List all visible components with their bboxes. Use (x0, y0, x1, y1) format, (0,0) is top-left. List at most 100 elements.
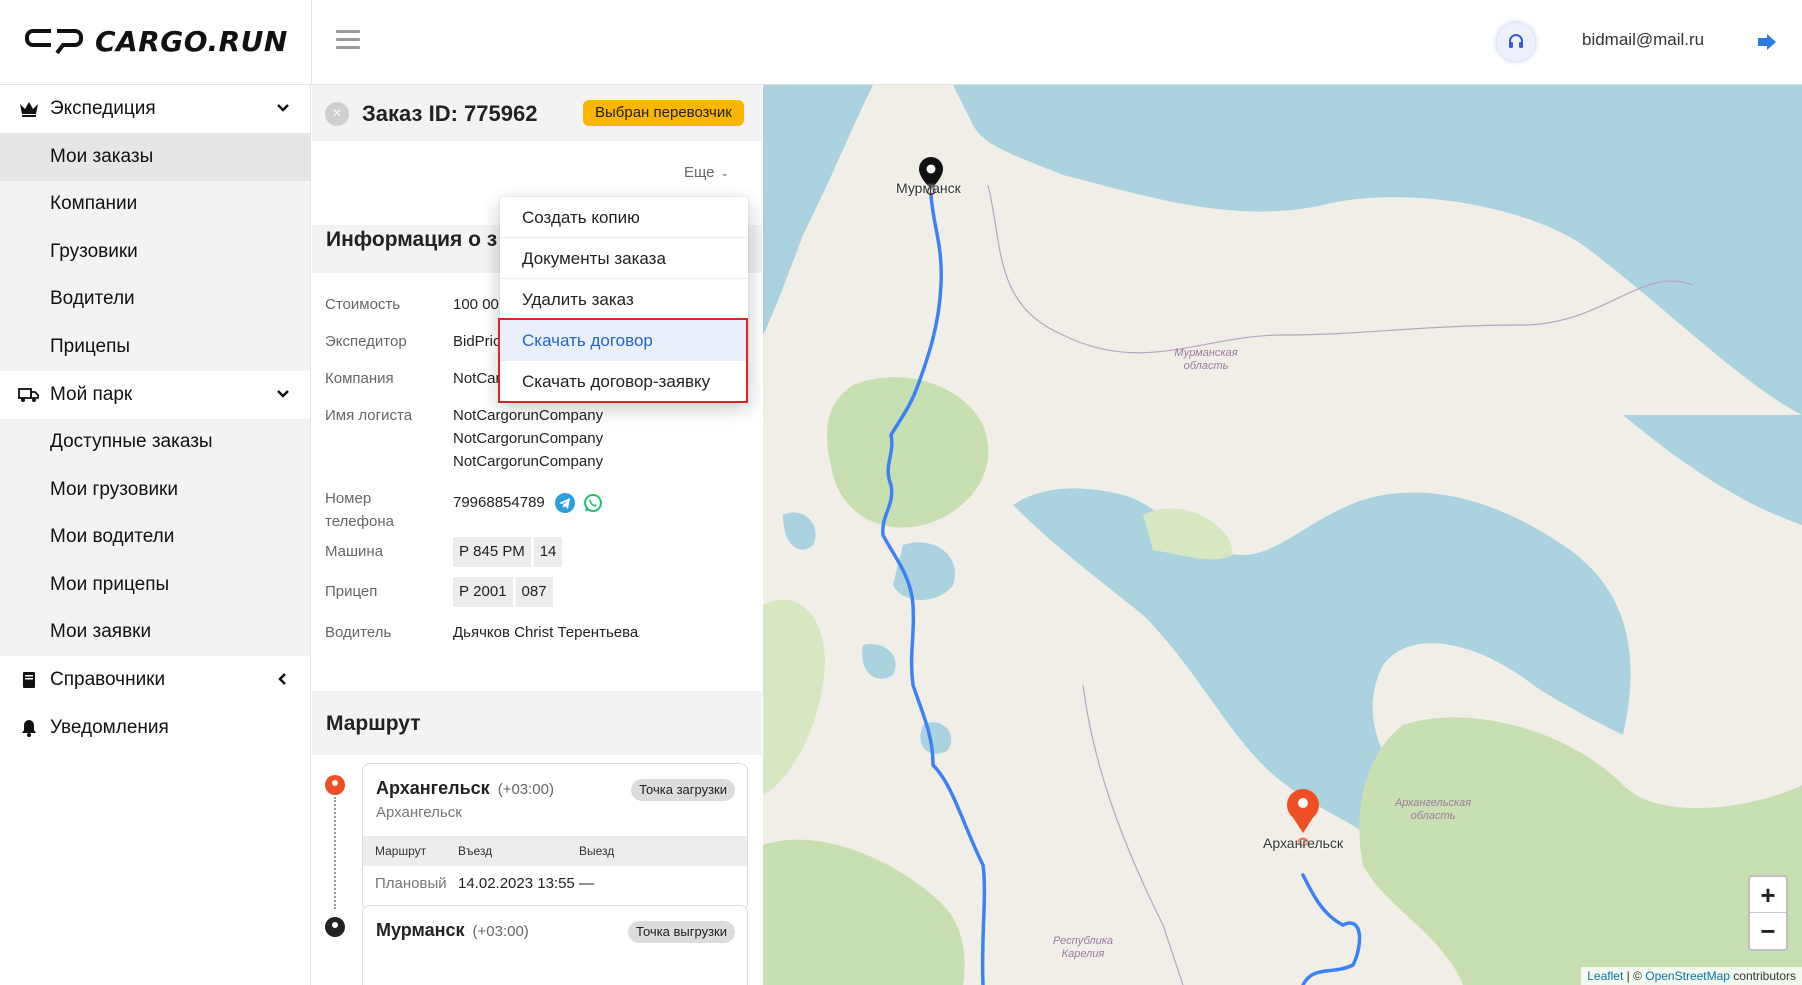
sidebar-item-available-orders[interactable]: Доступные заказы (0, 419, 310, 467)
sidebar-item-trailers[interactable]: Прицепы (0, 323, 310, 371)
menu-item-order-documents[interactable]: Документы заказа (500, 238, 748, 279)
route-point-card[interactable]: Мурманск (+03:00) Точка выгрузки (362, 905, 748, 985)
logo-text: CARGO.RUN (95, 24, 288, 58)
load-point-pin-icon (325, 775, 345, 795)
logist-label: Имя логиста (325, 407, 413, 424)
telegram-icon[interactable] (554, 493, 575, 514)
route-connector (334, 797, 336, 909)
cost-value: 100 00 (453, 296, 499, 313)
route-map[interactable]: Мурманск Архангельск Мурманская область … (763, 85, 1802, 985)
map-label-murmansk: Мурманск (896, 180, 961, 196)
sidebar-item-my-trucks[interactable]: Мои грузовики (0, 466, 310, 514)
order-header: × Заказ ID: 775962 Выбран перевозчик (312, 85, 762, 141)
truck-plate: Р 845 РМ (453, 537, 531, 567)
sidebar-item-my-trailers[interactable]: Мои прицепы (0, 561, 310, 609)
trailer-label: Прицеп (325, 583, 378, 600)
sidebar-group-expedition[interactable]: Экспедиция (0, 85, 310, 133)
close-icon[interactable]: × (325, 102, 349, 126)
top-header: CARGO.RUN bidmail@mail.ru (0, 0, 1802, 85)
trailer-region: 087 (515, 577, 553, 607)
highlight-box (498, 318, 748, 403)
logo[interactable]: CARGO.RUN (25, 24, 288, 58)
sidebar-submenu-expedition: Мои заказы Компании Грузовики Водители П… (0, 133, 310, 371)
route-point-card[interactable]: Архангельск (+03:00) Архангельск Точка за… (362, 763, 748, 911)
chevron-down-icon (277, 104, 289, 112)
table-cell: Плановый (375, 875, 447, 892)
map-attribution: Leaflet | © OpenStreetMap contributors (1581, 967, 1802, 985)
route-point-tz: (+03:00) (497, 781, 554, 798)
map-label-arkhangelsk: Архангельск (1263, 835, 1344, 851)
table-cell: — (579, 875, 594, 892)
info-section-title: Информация о з (326, 228, 498, 251)
zoom-out-button[interactable]: − (1750, 913, 1786, 949)
sidebar-item-trucks[interactable]: Грузовики (0, 228, 310, 276)
phone-label: телефона (325, 513, 394, 530)
company-label: Компания (325, 370, 394, 387)
unload-point-pin-icon (325, 917, 345, 937)
header-divider (311, 0, 312, 85)
table-cell: 14.02.2023 13:55 (458, 875, 575, 892)
column-header: Въезд (458, 844, 493, 858)
driver-label: Водитель (325, 624, 392, 641)
table-row: Плановый 14.02.2023 13:55 — (363, 866, 747, 902)
sidebar-submenu-my-fleet: Доступные заказы Мои грузовики Мои водит… (0, 418, 310, 657)
sidebar-item-my-drivers[interactable]: Мои водители (0, 514, 310, 562)
more-button[interactable]: Еще ⌄ (684, 164, 729, 181)
sidebar-item-my-orders[interactable]: Мои заказы (0, 133, 310, 181)
forwarder-label: Экспедитор (325, 333, 407, 350)
trailer-plate-group: Р 2001 087 (453, 577, 556, 607)
column-header: Маршрут (375, 844, 427, 858)
whatsapp-icon[interactable] (583, 493, 603, 513)
user-email[interactable]: bidmail@mail.ru (1582, 30, 1704, 50)
sidebar-group-label: Справочники (50, 669, 166, 690)
logout-icon[interactable] (1756, 32, 1778, 52)
trailer-plate: Р 2001 (453, 577, 513, 607)
sidebar-group-notifications[interactable]: Уведомления (0, 704, 310, 752)
driver-value[interactable]: Дьячков Christ Терентьева (453, 621, 638, 644)
sidebar-item-drivers[interactable]: Водители (0, 276, 310, 324)
sidebar-group-label: Мой парк (50, 383, 133, 405)
truck-region: 14 (533, 537, 563, 567)
order-title: Заказ ID: 775962 (362, 101, 538, 126)
logist-value: NotCargorunCompany (453, 453, 604, 470)
bell-icon (18, 717, 40, 739)
more-button-label: Еще (684, 164, 715, 181)
sidebar-item-my-requests[interactable]: Мои заявки (0, 609, 310, 657)
attribution-separator: | © (1623, 969, 1646, 983)
truck-icon (18, 384, 40, 406)
menu-item-delete-order[interactable]: Удалить заказ (500, 279, 748, 320)
sidebar-item-companies[interactable]: Компании (0, 181, 310, 229)
zoom-in-button[interactable]: + (1750, 877, 1786, 913)
sidebar-group-label: Уведомления (50, 717, 169, 738)
route-table-header: Маршрут Въезд Выезд (363, 836, 747, 866)
sidebar-group-my-fleet[interactable]: Мой парк (0, 371, 310, 419)
route-point-type-badge: Точка загрузки (631, 779, 735, 801)
forwarder-value: BidPric (453, 333, 501, 350)
map-region-karelia: Республика Карелия (1052, 935, 1114, 960)
leaflet-link[interactable]: Leaflet (1587, 969, 1623, 983)
column-header: Выезд (579, 844, 615, 858)
status-badge: Выбран перевозчик (583, 100, 744, 126)
truck-plate-group: Р 845 РМ 14 (453, 537, 565, 567)
route-section-title: Маршрут (326, 712, 421, 735)
menu-item-create-copy[interactable]: Создать копию (500, 197, 748, 238)
book-icon (18, 669, 40, 691)
logo-mark-icon (25, 25, 83, 57)
phone-value: 79968854789 (453, 491, 603, 514)
support-headset-icon[interactable] (1497, 23, 1535, 61)
attribution-tail: contributors (1729, 969, 1796, 983)
route-point-type-badge: Точка выгрузки (628, 921, 735, 943)
menu-toggle-icon[interactable] (336, 30, 360, 50)
route-point-subtitle: Архангельск (376, 804, 462, 821)
chevron-down-icon (277, 389, 289, 398)
map-zoom-control: + − (1748, 875, 1788, 951)
phone-number[interactable]: 79968854789 (453, 494, 545, 511)
map-region-murmansk: Мурманская область (1174, 347, 1238, 372)
route-point-city: Мурманск (+03:00) (376, 920, 529, 940)
osm-link[interactable]: OpenStreetMap (1645, 969, 1730, 983)
map-region-arkhangelsk: Архангельская область (1394, 797, 1472, 822)
route-point-city: Архангельск (+03:00) (376, 778, 554, 798)
cost-label: Стоимость (325, 296, 401, 313)
company-value: NotCar (453, 370, 501, 387)
sidebar-group-directories[interactable]: Справочники (0, 656, 310, 704)
